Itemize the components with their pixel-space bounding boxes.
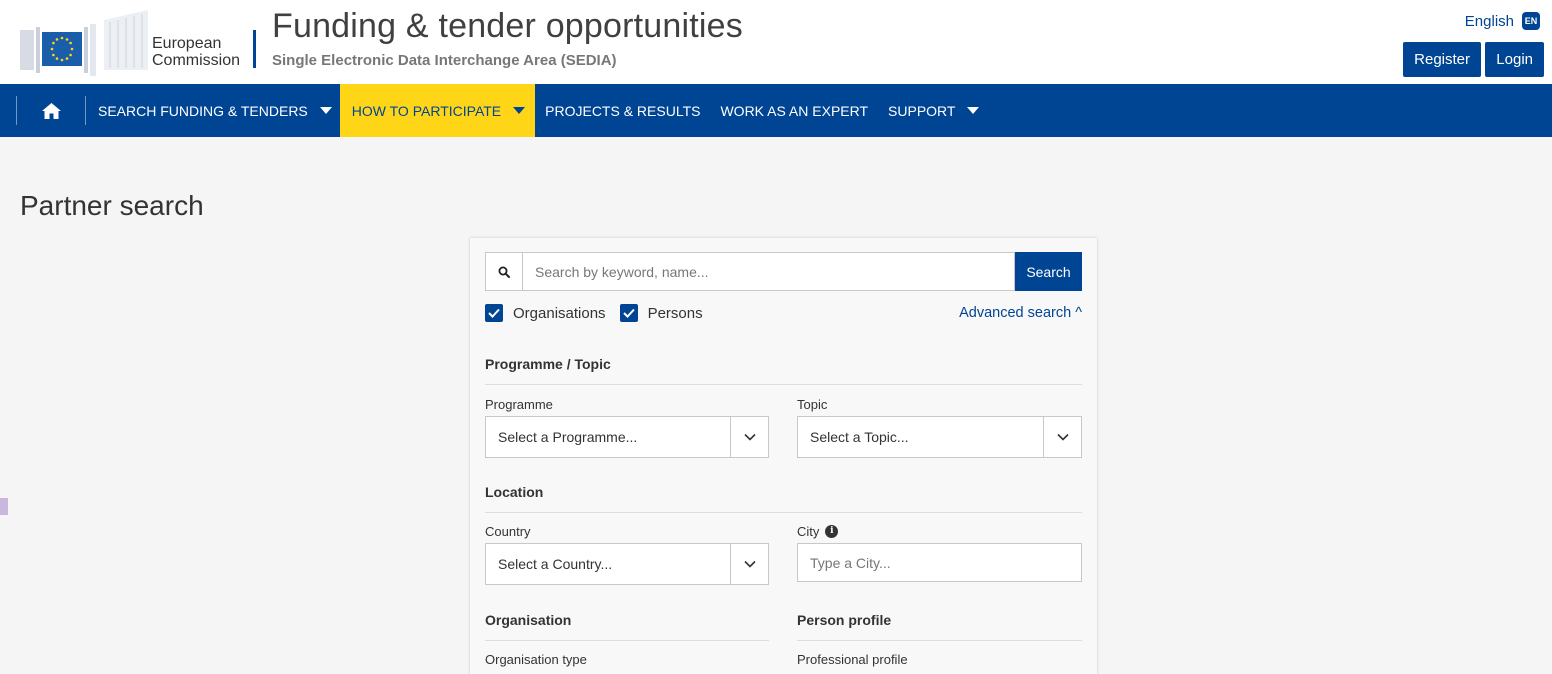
brand-divider: [253, 30, 256, 68]
search-icon: [498, 266, 510, 278]
logo-building-icon: [104, 10, 148, 70]
side-accent: [0, 498, 8, 515]
caret-down-icon: [319, 107, 332, 114]
nav-item-label: WORK AS AN EXPERT: [720, 102, 869, 119]
nav-item-label: SUPPORT: [888, 102, 956, 119]
search-type-checkboxes: Organisations Persons: [485, 304, 717, 322]
country-select-value: Select a Country...: [498, 556, 613, 572]
nav-item-work-as-expert[interactable]: WORK AS AN EXPERT: [710, 84, 878, 137]
person-profile-heading: Person profile: [797, 612, 1082, 641]
partner-search-panel: Search Organisations Persons Advanced se…: [470, 238, 1097, 674]
city-input[interactable]: [797, 543, 1082, 582]
city-label: City: [797, 524, 820, 539]
ec-logo[interactable]: European Commission: [20, 6, 250, 76]
organisations-checkbox[interactable]: [485, 304, 503, 322]
register-button[interactable]: Register: [1403, 42, 1481, 77]
caret-down-icon: [513, 107, 526, 114]
advanced-search-link[interactable]: Advanced search ^: [959, 305, 1082, 321]
topic-label: Topic: [797, 397, 828, 412]
location-heading: Location: [485, 484, 1082, 513]
home-icon: [41, 102, 61, 119]
nav-item-support[interactable]: SUPPORT: [878, 84, 989, 137]
topic-select[interactable]: Select a Topic...: [797, 416, 1082, 458]
nav-home[interactable]: [17, 84, 85, 137]
site-subtitle: Single Electronic Data Interchange Area …: [272, 52, 617, 69]
chevron-down-icon: [730, 417, 768, 457]
caret-down-icon: [967, 107, 980, 114]
country-label: Country: [485, 524, 531, 539]
search-button[interactable]: Search: [1015, 252, 1082, 291]
nav-item-label: PROJECTS & RESULTS: [545, 102, 701, 119]
organisation-heading: Organisation: [485, 612, 769, 641]
site-header: European Commission Funding & tender opp…: [0, 0, 1552, 84]
persons-checkbox[interactable]: [619, 304, 638, 322]
nav-item-label: SEARCH FUNDING & TENDERS: [98, 102, 308, 119]
search-input[interactable]: [522, 252, 1015, 291]
nav-item-projects-results[interactable]: PROJECTS & RESULTS: [535, 84, 710, 137]
chevron-down-icon: [1043, 417, 1081, 457]
login-button[interactable]: Login: [1485, 42, 1544, 77]
programme-topic-heading: Programme / Topic: [485, 356, 1082, 385]
language-label: English: [1464, 12, 1514, 30]
brand-line-1: European: [152, 35, 222, 52]
language-selector[interactable]: English EN: [1465, 12, 1540, 30]
nav-item-label: HOW TO PARTICIPATE: [351, 102, 502, 119]
chevron-down-icon: [730, 544, 768, 584]
language-code-icon: EN: [1522, 12, 1540, 30]
programme-select-value: Select a Programme...: [498, 429, 638, 445]
search-bar: Search: [485, 252, 1082, 291]
brand-line-2: Commission: [152, 52, 241, 69]
topic-select-value: Select a Topic...: [810, 429, 909, 445]
nav-item-search-funding-tenders[interactable]: SEARCH FUNDING & TENDERS: [86, 84, 340, 137]
check-icon: [488, 308, 500, 318]
nav-item-how-to-participate[interactable]: HOW TO PARTICIPATE: [339, 84, 536, 137]
eu-flag-icon: [20, 24, 96, 76]
professional-profile-label: Professional profile: [797, 652, 908, 667]
info-icon[interactable]: i: [825, 525, 839, 538]
search-icon-box: [485, 252, 522, 291]
city-label-group: City i: [797, 524, 839, 539]
brand-name: European Commission: [152, 35, 240, 69]
organisation-type-label: Organisation type: [485, 652, 587, 667]
page-title: Partner search: [20, 190, 204, 221]
main-nav: SEARCH FUNDING & TENDERS HOW TO PARTICIP…: [0, 84, 1552, 137]
site-title[interactable]: Funding & tender opportunities: [272, 7, 743, 46]
check-icon: [622, 308, 635, 318]
programme-select[interactable]: Select a Programme...: [485, 416, 769, 458]
persons-label[interactable]: Persons: [648, 305, 703, 322]
programme-label: Programme: [485, 397, 553, 412]
country-select[interactable]: Select a Country...: [485, 543, 769, 585]
organisations-label[interactable]: Organisations: [513, 305, 606, 322]
